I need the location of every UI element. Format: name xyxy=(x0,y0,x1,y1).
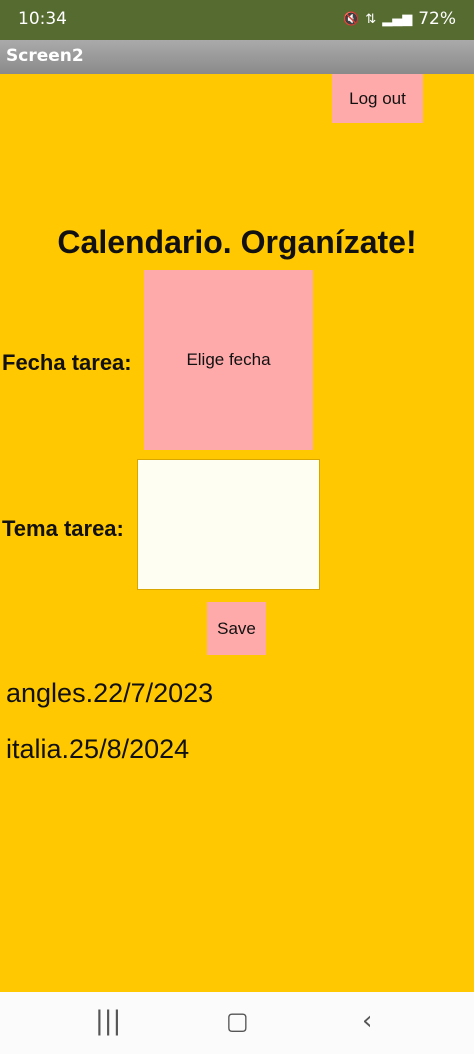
list-item[interactable]: angles.22/7/2023 xyxy=(6,678,213,709)
date-picker-button[interactable]: Elige fecha xyxy=(144,270,313,450)
page-title: Calendario. Organízate! xyxy=(57,224,417,260)
status-time: 10:34 xyxy=(18,9,67,29)
battery-level: 72% xyxy=(418,9,456,29)
list-item[interactable]: italia.25/8/2024 xyxy=(6,734,189,765)
signal-icon: ▂▄▆ xyxy=(382,11,413,27)
4g-data-icon: ⇅ xyxy=(365,11,377,27)
mute-icon: 🔇 xyxy=(343,11,360,27)
save-button[interactable]: Save xyxy=(207,602,266,655)
status-bar: 10:34 🔇 ⇅ ▂▄▆ 72% xyxy=(0,0,474,40)
navigation-bar: ||| ▢ ‹ xyxy=(0,992,474,1054)
home-icon[interactable]: ▢ xyxy=(226,1007,249,1035)
main-content: Log out Calendario. Organízate! Fecha ta… xyxy=(0,74,474,992)
screen-title: Screen2 xyxy=(6,46,84,66)
back-icon[interactable]: ‹ xyxy=(362,1006,372,1036)
tema-label: Tema tarea: xyxy=(2,516,124,541)
app-title-bar: Screen2 xyxy=(0,40,474,74)
fecha-label: Fecha tarea: xyxy=(2,350,132,375)
recent-apps-icon[interactable]: ||| xyxy=(95,1006,121,1036)
logout-button[interactable]: Log out xyxy=(332,74,423,123)
tema-input[interactable] xyxy=(137,459,320,590)
status-icons: 🔇 ⇅ ▂▄▆ 72% xyxy=(343,9,456,29)
